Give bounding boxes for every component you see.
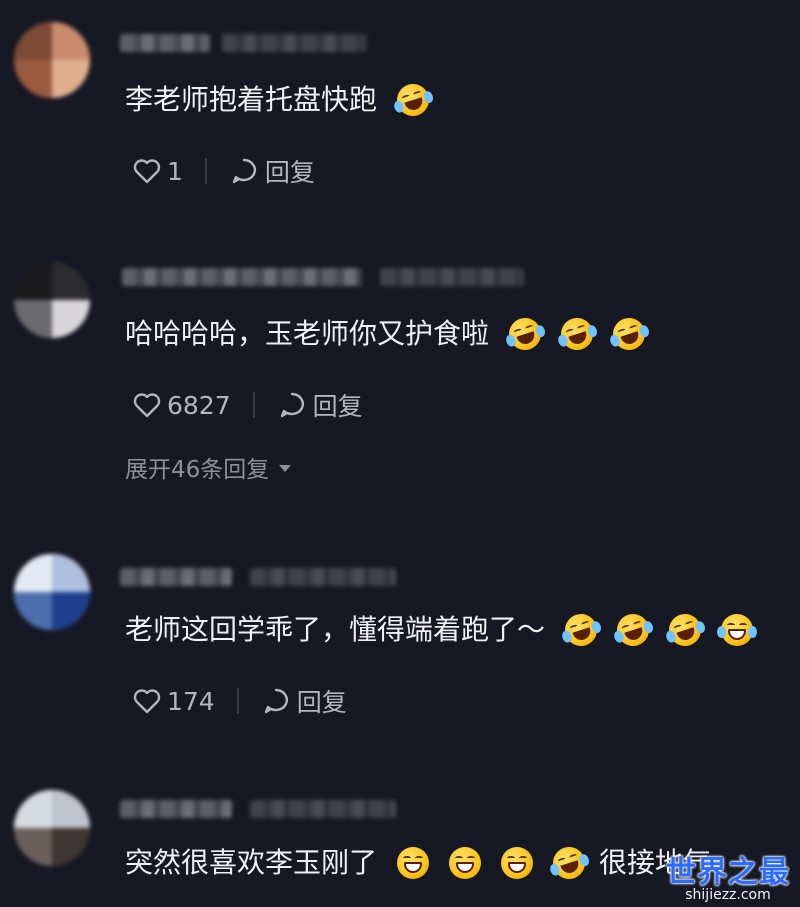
timestamp-redacted xyxy=(222,34,366,52)
caret-down-icon xyxy=(279,465,292,472)
laugh-cry-emoji-icon xyxy=(612,609,655,651)
chat-bubble-icon xyxy=(261,687,291,715)
laugh-cry-emoji-icon xyxy=(664,609,707,651)
comment-text: 突然很喜欢李玉刚了 很接地气 xyxy=(125,842,711,884)
username-redacted[interactable] xyxy=(120,34,210,52)
like-count: 1 xyxy=(167,156,183,186)
reply-button[interactable]: 回复 xyxy=(229,153,315,189)
laugh-cry-emoji-icon xyxy=(548,842,591,884)
laugh-cry-emoji-icon xyxy=(608,313,651,355)
divider xyxy=(252,392,255,418)
comments-page: 李老师抱着托盘快跑 1 回复 哈哈哈哈，玉老师你又护食啦 6827 回复 展开4… xyxy=(0,0,800,907)
timestamp-redacted xyxy=(250,800,396,818)
comment-actions: 1 回复 xyxy=(133,153,315,189)
comment-text: 李老师抱着托盘快跑 xyxy=(125,79,435,121)
divider xyxy=(204,158,207,184)
username-redacted[interactable] xyxy=(122,268,362,286)
divider xyxy=(236,688,239,714)
grin-emoji-icon xyxy=(449,847,482,879)
laugh-cry-emoji-icon xyxy=(556,313,599,355)
laugh-cry-emoji-icon xyxy=(504,313,547,355)
avatar[interactable] xyxy=(14,790,90,866)
comment-text: 哈哈哈哈，玉老师你又护食啦 xyxy=(125,313,651,355)
username-redacted[interactable] xyxy=(120,568,232,586)
heart-icon[interactable] xyxy=(133,158,161,184)
reply-button[interactable]: 回复 xyxy=(277,387,363,423)
site-watermark: 世界之最 shijiezz.com xyxy=(666,847,790,903)
reply-button[interactable]: 回复 xyxy=(261,683,347,719)
heart-icon[interactable] xyxy=(133,688,161,714)
like-count: 6827 xyxy=(167,390,231,420)
timestamp-redacted xyxy=(250,568,396,586)
grin-emoji-icon xyxy=(501,847,534,879)
comment-actions: 6827 回复 xyxy=(133,387,363,423)
heart-icon[interactable] xyxy=(133,392,161,418)
grin-emoji-icon xyxy=(397,847,430,879)
timestamp-redacted xyxy=(380,268,524,286)
chat-bubble-icon xyxy=(277,391,307,419)
expand-replies-button[interactable]: 展开46条回复 xyxy=(125,450,292,484)
avatar[interactable] xyxy=(14,262,90,338)
username-redacted[interactable] xyxy=(120,800,232,818)
chat-bubble-icon xyxy=(229,157,259,185)
comment-text: 老师这回学乖了，懂得端着跑了～ xyxy=(125,609,758,651)
like-count: 174 xyxy=(167,686,215,716)
comment-actions: 174 回复 xyxy=(133,683,347,719)
laugh-cry-emoji-icon xyxy=(560,609,603,651)
laugh-cry-emoji-icon xyxy=(392,79,435,121)
avatar[interactable] xyxy=(14,22,90,98)
watermark-title: 世界之最 xyxy=(666,855,790,890)
avatar[interactable] xyxy=(14,554,90,630)
laugh-tears-emoji-icon xyxy=(717,614,758,646)
